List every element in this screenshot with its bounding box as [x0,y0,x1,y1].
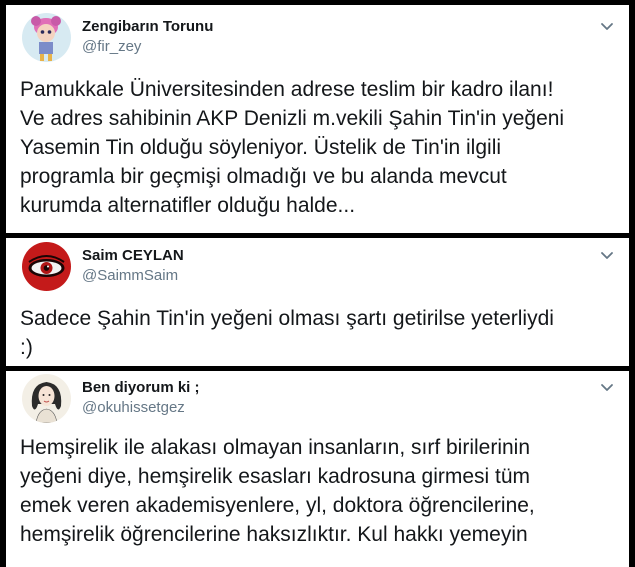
red-eye-avatar[interactable] [22,242,71,291]
tweet-line: :) [20,336,33,359]
tweet-text: Pamukkale Üniversitesinden adrese teslim… [20,75,621,220]
tweet-card[interactable]: Saim CEYLAN @SaimmSaim Sadece Şahin Tin'… [6,238,629,366]
sketch-girl-avatar[interactable] [22,374,71,423]
tweet-line: Pamukkale Üniversitesinden adrese teslim… [20,78,554,101]
tweet-line: Hemşirelik ile alakası olmayan insanları… [20,436,531,459]
display-name[interactable]: Saim CEYLAN [82,247,184,264]
tweet-line: Yasemin Tin olduğu söyleniyor. Üstelik d… [20,136,502,159]
tweet-card[interactable]: Ben diyorum ki ; @okuhissetgez Hemşireli… [6,371,629,567]
tweet-text: Sadece Şahin Tin'in yeğeni olması şartı … [20,304,621,362]
chevron-down-icon[interactable] [599,18,615,34]
tweet-text: Hemşirelik ile alakası olmayan insanları… [20,433,621,549]
user-handle[interactable]: @fir_zey [82,38,141,55]
display-name[interactable]: Ben diyorum ki ; [82,379,200,396]
tweet-line: emek veren akademisyenlere, yl, doktora … [20,494,535,517]
chevron-down-icon[interactable] [599,379,615,395]
tweet-line: Sadece Şahin Tin'in yeğeni olması şartı … [20,307,554,330]
cartoon-doll-avatar[interactable] [22,13,71,62]
display-name[interactable]: Zengibarın Torunu [82,18,213,35]
tweet-line: kurumda alternatifler olduğu halde... [20,194,356,217]
tweet-line: hemşirelik öğrencilerine haksızlıktır. K… [20,523,528,546]
tweet-line: programla bir geçmişi olmadığı ve bu ala… [20,165,507,188]
user-handle[interactable]: @okuhissetgez [82,399,185,416]
user-handle[interactable]: @SaimmSaim [82,267,178,284]
tweet-card[interactable]: Zengibarın Torunu @fir_zey Pamukkale Üni… [6,5,629,233]
chevron-down-icon[interactable] [599,247,615,263]
tweet-line: Ve adres sahibinin AKP Denizli m.vekili … [20,107,565,130]
tweet-line: yeğeni diye, hemşirelik esasları kadrosu… [20,465,531,488]
